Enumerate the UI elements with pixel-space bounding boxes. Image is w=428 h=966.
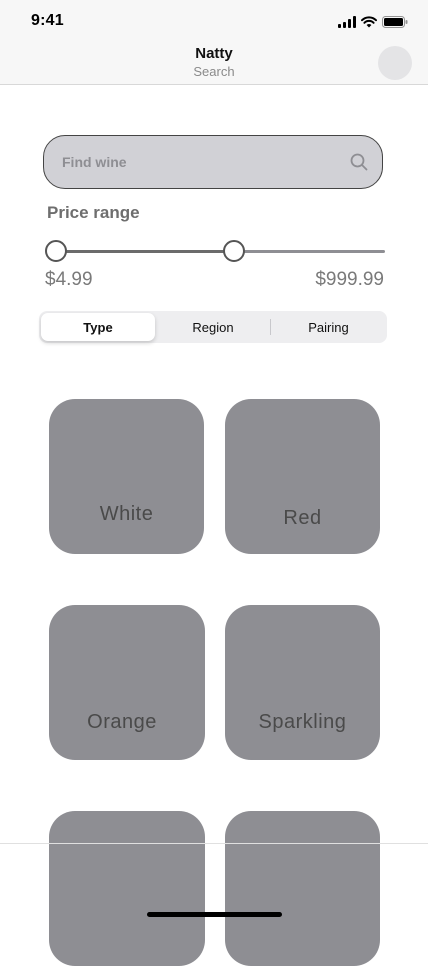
segment-divider xyxy=(270,319,271,335)
wine-type-label: Orange xyxy=(87,711,157,733)
wine-type-tile-orange[interactable]: Orange xyxy=(49,605,205,760)
wine-type-tile-6[interactable] xyxy=(225,811,380,966)
slider-min-thumb[interactable] xyxy=(45,240,67,262)
nav-bar: Natty Search xyxy=(0,44,428,85)
price-min-label: $4.99 xyxy=(45,269,93,290)
wine-type-tile-sparkling[interactable]: Sparkling xyxy=(225,605,380,760)
segment-pairing[interactable]: Pairing xyxy=(272,313,385,341)
slider-max-thumb[interactable] xyxy=(223,240,246,262)
segment-region[interactable]: Region xyxy=(157,313,269,341)
page-subtitle: Search xyxy=(193,64,235,79)
status-time: 9:41 xyxy=(31,12,64,29)
wine-type-tile-red[interactable]: Red xyxy=(225,399,380,554)
cellular-signal-icon xyxy=(338,16,356,28)
tab-bar-divider xyxy=(0,843,428,844)
segment-type[interactable]: Type xyxy=(41,313,155,341)
wifi-icon xyxy=(361,16,377,28)
wine-type-label: White xyxy=(99,503,154,525)
wine-type-label: Sparkling xyxy=(258,711,347,733)
slider-selected-range xyxy=(56,250,235,253)
filter-segmented-control: Type Region Pairing xyxy=(39,311,387,343)
battery-icon xyxy=(382,16,408,28)
page-title: Natty xyxy=(195,45,233,62)
home-indicator[interactable] xyxy=(147,912,282,917)
status-icons xyxy=(338,15,408,29)
price-range-label: Price range xyxy=(47,203,140,222)
price-range-slider[interactable] xyxy=(45,239,385,265)
search-icon[interactable] xyxy=(350,153,368,171)
avatar[interactable] xyxy=(378,46,412,80)
search-input[interactable] xyxy=(62,136,332,188)
price-max-label: $999.99 xyxy=(315,269,384,290)
wine-type-tile-5[interactable] xyxy=(49,811,205,966)
status-bar: 9:41 xyxy=(0,0,428,44)
wine-type-label: Red xyxy=(283,507,322,529)
wine-type-tile-white[interactable]: White xyxy=(49,399,204,554)
search-box[interactable] xyxy=(43,135,383,189)
